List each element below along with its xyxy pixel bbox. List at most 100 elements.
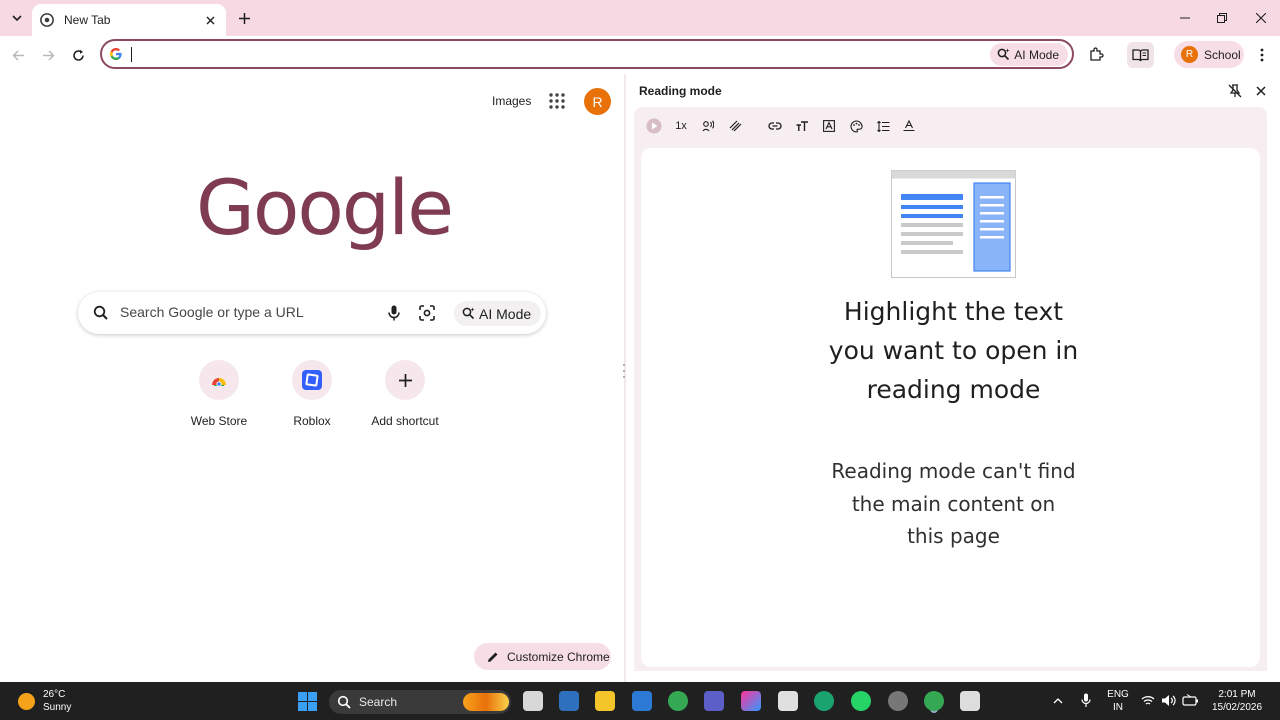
close-tab-icon[interactable] (202, 12, 218, 28)
snipping-tool-icon[interactable] (960, 691, 980, 711)
shortcut-add[interactable]: Add shortcut (358, 360, 452, 428)
omnibox-ai-mode-label: AI Mode (1014, 47, 1059, 62)
reading-mode-card: Highlight the text you want to open in r… (641, 148, 1260, 667)
links-button[interactable] (765, 117, 785, 135)
new-tab-page: Images R Google Search Google or type a … (0, 74, 624, 682)
back-button[interactable] (5, 42, 31, 68)
extensions-button[interactable] (1083, 42, 1109, 68)
windows-logo-icon (298, 692, 307, 701)
tab-new-tab[interactable]: New Tab (32, 4, 226, 36)
profile-button[interactable]: R School (1174, 41, 1244, 68)
text-size-button[interactable] (792, 117, 812, 135)
line-spacing-button[interactable] (873, 117, 893, 135)
images-link[interactable]: Images (492, 94, 531, 108)
shortcut-label: Add shortcut (371, 414, 439, 428)
speed-button[interactable]: 1x (671, 117, 691, 135)
voice-icon (702, 120, 714, 132)
reading-mode-content: Highlight the text you want to open in r… (634, 145, 1267, 671)
ai-search-icon (997, 48, 1010, 61)
google-lens-icon[interactable] (418, 304, 436, 322)
tab-title: New Tab (64, 13, 111, 27)
wifi-icon[interactable] (1141, 695, 1155, 706)
task-view-icon[interactable] (523, 691, 543, 711)
forward-button[interactable] (35, 42, 61, 68)
reading-mode-toolbar: 1x (634, 107, 1267, 145)
app-icon[interactable] (888, 691, 908, 711)
omnibox-ai-mode-button[interactable]: AI Mode (990, 43, 1068, 66)
weather-temp: 26°C (43, 689, 66, 700)
close-window-button[interactable] (1243, 5, 1279, 31)
teams-icon[interactable] (704, 691, 724, 711)
shortcut-label: Web Store (190, 414, 248, 428)
microphone-icon[interactable] (1081, 693, 1091, 708)
minimize-button[interactable] (1167, 5, 1203, 31)
edge-icon[interactable] (814, 691, 834, 711)
clock-date: 15/02/2026 (1211, 702, 1263, 713)
start-button[interactable] (298, 692, 317, 711)
plus-icon (398, 373, 412, 387)
browser-toolbar: AI Mode R School (0, 36, 1280, 74)
text-size-icon (796, 120, 808, 131)
battery-icon[interactable] (1182, 694, 1199, 706)
ntp-search-box[interactable]: Search Google or type a URL AI Mode (78, 292, 546, 334)
customize-chrome-label: Customize Chrome (507, 649, 610, 664)
search-highlight-icon (463, 693, 509, 711)
clock[interactable]: 2:01 PM 15/02/2026 (1208, 688, 1266, 714)
language-indicator[interactable]: ENG IN (1104, 688, 1132, 714)
ntp-ai-mode-label: AI Mode (479, 305, 532, 322)
customize-chrome-button[interactable]: Customize Chrome (474, 643, 611, 670)
restore-icon (1217, 13, 1227, 23)
address-bar[interactable]: AI Mode (100, 39, 1074, 69)
puzzle-icon (1090, 47, 1104, 61)
omnibox-input[interactable] (136, 43, 986, 65)
font-button[interactable] (819, 117, 839, 135)
copilot-icon[interactable] (741, 691, 761, 711)
pencil-icon (488, 652, 498, 662)
profile-avatar: R (1181, 46, 1198, 63)
weather-widget[interactable]: 26°C Sunny (18, 688, 71, 714)
reading-mode-heading: Highlight the text you want to open in r… (828, 297, 1079, 404)
microphone-icon[interactable] (385, 304, 403, 322)
chrome-icon[interactable] (668, 691, 688, 711)
shortcut-label: Roblox (293, 414, 331, 428)
voice-button[interactable] (698, 117, 718, 135)
search-icon (93, 305, 108, 320)
letter-spacing-button[interactable] (899, 117, 919, 135)
font-icon (823, 120, 835, 132)
outlook-icon[interactable] (632, 691, 652, 711)
google-g-icon (110, 48, 122, 60)
reading-mode-title: Reading mode (639, 84, 722, 98)
taskbar-search[interactable]: Search (329, 690, 511, 714)
tally-icon[interactable] (778, 691, 798, 711)
shortcut-roblox[interactable]: Roblox (265, 360, 359, 428)
chrome-menu-button[interactable] (1249, 42, 1275, 68)
app-icon[interactable] (559, 691, 579, 711)
highlighter-icon (729, 120, 741, 131)
tab-search-button[interactable] (6, 8, 28, 28)
whatsapp-icon[interactable] (851, 691, 871, 711)
reading-mode-message: Reading mode can't find the main content… (831, 459, 1076, 548)
theme-button[interactable] (846, 117, 866, 135)
close-icon[interactable] (1253, 83, 1269, 99)
new-tab-button[interactable] (234, 8, 254, 28)
google-apps-icon[interactable] (548, 92, 566, 110)
reload-button[interactable] (65, 42, 91, 68)
play-button[interactable] (644, 117, 664, 135)
weather-condition: Sunny (43, 702, 72, 713)
plus-icon (238, 12, 250, 24)
chevron-down-icon (12, 15, 22, 22)
restore-button[interactable] (1204, 5, 1240, 31)
highlight-button[interactable] (725, 117, 745, 135)
google-logo: Google (196, 163, 454, 252)
account-avatar[interactable]: R (584, 88, 611, 115)
unpin-icon[interactable] (1227, 83, 1243, 99)
reading-mode-button[interactable] (1127, 42, 1154, 68)
volume-icon[interactable] (1161, 694, 1176, 707)
line-spacing-icon (876, 120, 889, 132)
ntp-ai-mode-button[interactable]: AI Mode (454, 301, 542, 326)
chevron-up-icon[interactable] (1053, 697, 1063, 704)
chrome-profile-icon[interactable] (924, 691, 944, 711)
letter-spacing-icon (903, 120, 915, 132)
file-explorer-icon[interactable] (595, 691, 615, 711)
shortcut-web-store[interactable]: Web Store (172, 360, 266, 428)
